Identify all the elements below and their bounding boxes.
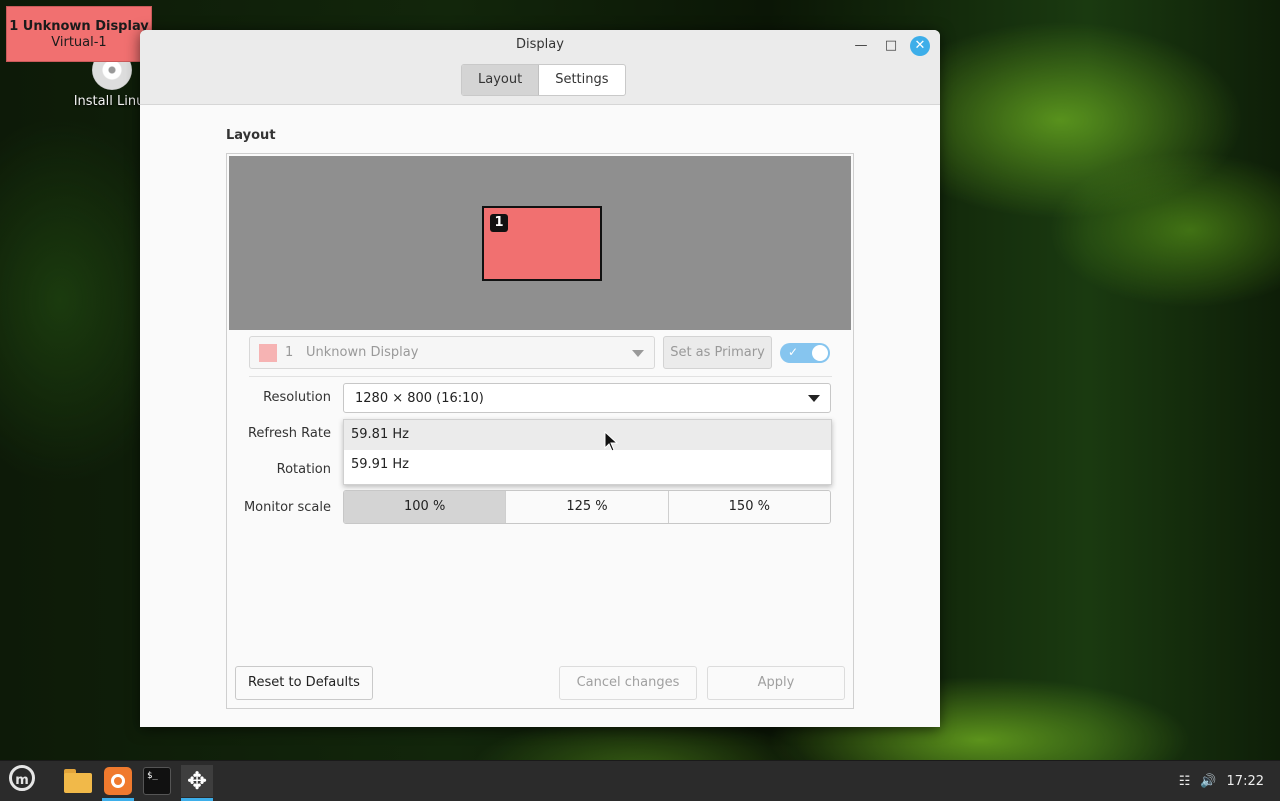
monitor-scale-label: Monitor scale (243, 500, 331, 515)
set-primary-button[interactable]: Set as Primary (663, 336, 772, 369)
terminal-launcher[interactable]: $_ (141, 765, 173, 797)
cancel-changes-button[interactable]: Cancel changes (559, 666, 697, 700)
monitor-scale-selector: 100 % 125 % 150 % (343, 490, 831, 524)
clock[interactable]: 17:22 (1227, 774, 1264, 789)
section-title: Layout (226, 128, 276, 143)
refresh-option[interactable]: 59.81 Hz (344, 420, 831, 450)
divider (249, 376, 832, 377)
refresh-rate-dropdown: 59.81 Hz 59.91 Hz (343, 419, 832, 485)
close-button[interactable]: ✕ (910, 36, 930, 56)
refresh-option[interactable]: 59.91 Hz (344, 450, 831, 480)
tab-bar: Layout Settings (461, 64, 626, 96)
display-settings-icon: ✥ (186, 767, 208, 795)
chevron-down-icon (632, 350, 644, 357)
layout-panel: 1 1 Unknown Display Set as Primary ✓ Res… (226, 153, 854, 709)
tab-settings[interactable]: Settings (539, 65, 624, 95)
taskbar: m $_ ✥ ☷ 🔊 17:22 (0, 760, 1280, 801)
monitor-color-swatch (259, 344, 277, 362)
files-launcher[interactable] (62, 765, 94, 797)
chevron-down-icon (808, 395, 820, 402)
check-icon: ✓ (788, 345, 799, 359)
titlebar[interactable]: Display — □ ✕ Layout Settings (140, 30, 940, 105)
monitor-identify-overlay: 1 Unknown Display Virtual-1 (6, 6, 152, 62)
identify-output: Virtual-1 (51, 35, 107, 50)
apply-button[interactable]: Apply (707, 666, 845, 700)
monitor-number-badge: 1 (490, 214, 508, 232)
maximize-button[interactable]: □ (881, 36, 901, 56)
identify-title: 1 Unknown Display (9, 19, 149, 34)
resolution-select[interactable]: 1280 × 800 (16:10) (343, 383, 831, 413)
rotation-label: Rotation (276, 462, 331, 477)
monitor-1-tile[interactable]: 1 (482, 206, 602, 281)
desktop-icon-label: Install Linux (73, 94, 152, 109)
volume-icon[interactable]: 🔊 (1200, 774, 1216, 789)
mint-menu-button[interactable]: m (6, 765, 38, 797)
tab-layout[interactable]: Layout (462, 65, 540, 95)
refresh-rate-label: Refresh Rate (247, 426, 331, 441)
window-title: Display (516, 37, 564, 52)
monitor-select-name: Unknown Display (306, 345, 419, 360)
close-icon: ✕ (914, 38, 926, 53)
resolution-label: Resolution (263, 390, 331, 405)
monitor-select-number: 1 (285, 345, 294, 360)
system-tray: ☷ 🔊 17:22 (1169, 761, 1264, 801)
scale-option-100[interactable]: 100 % (344, 491, 507, 523)
display-taskbar-item[interactable]: ✥ (181, 765, 213, 801)
resolution-value: 1280 × 800 (16:10) (355, 391, 484, 406)
monitor-arrangement-preview: 1 (229, 156, 851, 330)
reset-defaults-button[interactable]: Reset to Defaults (235, 666, 373, 700)
terminal-icon: $_ (143, 767, 171, 795)
scale-option-125[interactable]: 125 % (506, 491, 669, 523)
minimize-button[interactable]: — (851, 36, 871, 56)
mouse-pointer-icon (604, 431, 619, 452)
scale-option-150[interactable]: 150 % (668, 491, 830, 523)
monitor-enable-toggle[interactable]: ✓ (780, 343, 830, 363)
monitor-select[interactable]: 1 Unknown Display (249, 336, 655, 369)
network-icon[interactable]: ☷ (1179, 774, 1191, 789)
firefox-launcher[interactable] (102, 765, 134, 801)
toggle-knob (812, 345, 828, 361)
display-window: Display — □ ✕ Layout Settings Layout 1 1… (140, 30, 940, 727)
mint-logo-icon: m (9, 765, 35, 791)
